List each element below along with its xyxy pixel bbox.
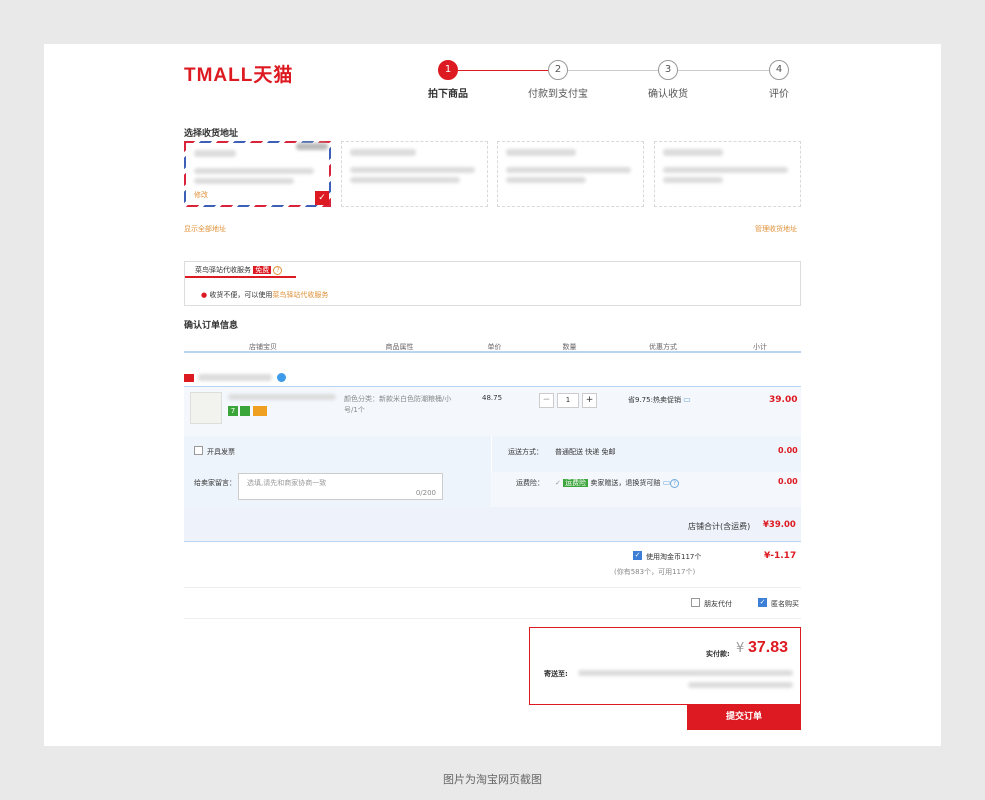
coins-label[interactable]: 使用淘金币117个 [646,552,701,562]
insurance-check-icon: ✓ [555,479,561,487]
shipping-cost: 0.00 [778,446,798,455]
coins-discount: ¥-1.17 [764,551,797,561]
address-section-title: 选择收货地址 [184,129,239,139]
pay-label: 实付款: [706,650,730,658]
step-2-label: 付款到支付宝 [528,89,588,100]
coins-checkbox[interactable]: ✓ [633,551,642,560]
cainiao-tab-label: 菜鸟驿站代收服务 [195,266,251,274]
cainiao-tip-link[interactable]: 菜鸟驿站代收服务 [272,291,328,299]
tmall-logo[interactable]: TMALL天猫 [184,60,293,87]
shop-total-label: 店铺合计(含运费) [688,522,751,531]
qty-input[interactable]: 1 [557,393,579,408]
promo-label: 省9.75:热卖促销 [628,396,681,404]
promo-comment-icon[interactable]: ▭ [683,395,691,404]
shop-total-amount: ¥39.00 [763,520,796,530]
qty-minus-button[interactable]: − [539,393,554,408]
insurance-option[interactable]: ✓ 运费险 卖家赠送，退换货可赔 ▭? [555,478,680,488]
show-all-address-link[interactable]: 显示全部地址 [184,224,226,234]
guarantee-badge-icon [240,406,250,416]
product-thumbnail[interactable] [190,392,222,424]
step-4-circle: 4 [769,60,789,80]
address-card-2[interactable] [341,141,488,207]
item-subtotal: 39.00 [769,395,798,405]
cainiao-tip-text: 收货不便，可以使用 [209,291,273,299]
insurance-comment-icon[interactable]: ▭ [663,478,671,487]
image-caption: 图片为淘宝网页截图 [443,773,542,786]
qty-plus-button[interactable]: + [582,393,597,408]
insurance-tag: 运费险 [563,479,589,487]
submit-order-button[interactable]: 提交订单 [687,705,801,730]
help-icon[interactable]: ? [273,266,283,275]
step-3-circle: 3 [658,60,678,80]
wangwang-chat-icon[interactable] [277,373,286,382]
invoice-label: 开具发票 [207,448,235,456]
cainiao-tab[interactable]: 菜鸟驿站代收服务 免费 ? [185,262,296,278]
insurance-label: 运费险： [516,479,544,487]
address-card-4[interactable] [654,141,801,207]
address-card-3[interactable] [497,141,644,207]
promo-text: 省9.75:热卖促销 ▭ [628,395,691,405]
cainiao-service-box: 菜鸟驿站代收服务 免费 ? ● 收货不便，可以使用菜鸟驿站代收服务 [184,261,801,306]
free-badge: 免费 [253,266,272,274]
selected-check-icon: ✓ [315,191,329,205]
shipping-method[interactable]: 普通配送 快递 免邮 [555,447,615,457]
seven-day-return-badge: 7 [228,406,238,416]
anonymous-checkbox[interactable]: ✓ [758,598,767,607]
coins-divider [184,587,801,588]
insurance-cost: 0.00 [778,477,798,486]
step-line-1 [458,70,558,71]
coins-note: (你有583个，可用117个) [614,568,696,576]
order-total-divider [184,541,801,542]
address-edit-link[interactable]: 修改 [194,190,208,200]
message-label: 给卖家留言： [194,479,236,487]
tmall-shop-icon [184,374,194,382]
cainiao-tip: ● 收货不便，可以使用菜鸟驿站代收服务 [201,290,328,300]
table-row: 7 颜色分类：新款米白色防潮粮桶/小号/1个 48.75 − 1 + 省9.75… [184,387,801,436]
step-1-circle: 1 [438,60,458,80]
cainiao-station-icon: ● [201,291,208,299]
ship-to-label: 寄送至: [544,670,568,678]
product-attributes: 颜色分类：新款米白色防潮粮桶/小号/1个 [344,395,452,414]
insurance-help-icon[interactable]: ? [670,479,680,488]
invoice-checkbox[interactable] [194,446,203,455]
address-card-selected[interactable]: 修改 ✓ [184,141,331,207]
seller-message-input[interactable]: 选填,请先和商家协商一致 0/200 [238,473,443,500]
message-char-count: 0/200 [415,489,436,497]
options-divider [184,618,801,619]
insurance-text: 卖家赠送，退换货可赔 [590,479,661,487]
unit-price: 48.75 [482,394,503,402]
payment-summary-box: 实付款: ¥ 37.83 寄送至: [529,627,801,705]
table-header-bar [184,351,801,353]
order-section-title: 确认订单信息 [184,321,239,331]
manage-address-link[interactable]: 管理收货地址 [755,224,797,234]
credit-card-badge-icon [253,406,267,416]
pay-currency: ¥ [736,641,745,656]
friend-pay-checkbox[interactable] [691,598,700,607]
step-3-label: 确认收货 [648,89,688,100]
friend-pay-label[interactable]: 朋友代付 [704,599,732,609]
pay-amount: 37.83 [748,639,789,656]
message-placeholder: 选填,请先和商家协商一致 [247,479,327,487]
checkout-page: TMALL天猫 1 2 3 4 拍下商品 付款到支付宝 确认收货 评价 选择收货… [44,44,941,746]
anonymous-label[interactable]: 匿名购买 [771,599,799,609]
step-4-label: 评价 [769,89,789,100]
shipping-label: 运送方式： [508,448,543,456]
step-1-label: 拍下商品 [428,89,468,100]
step-2-circle: 2 [548,60,568,80]
